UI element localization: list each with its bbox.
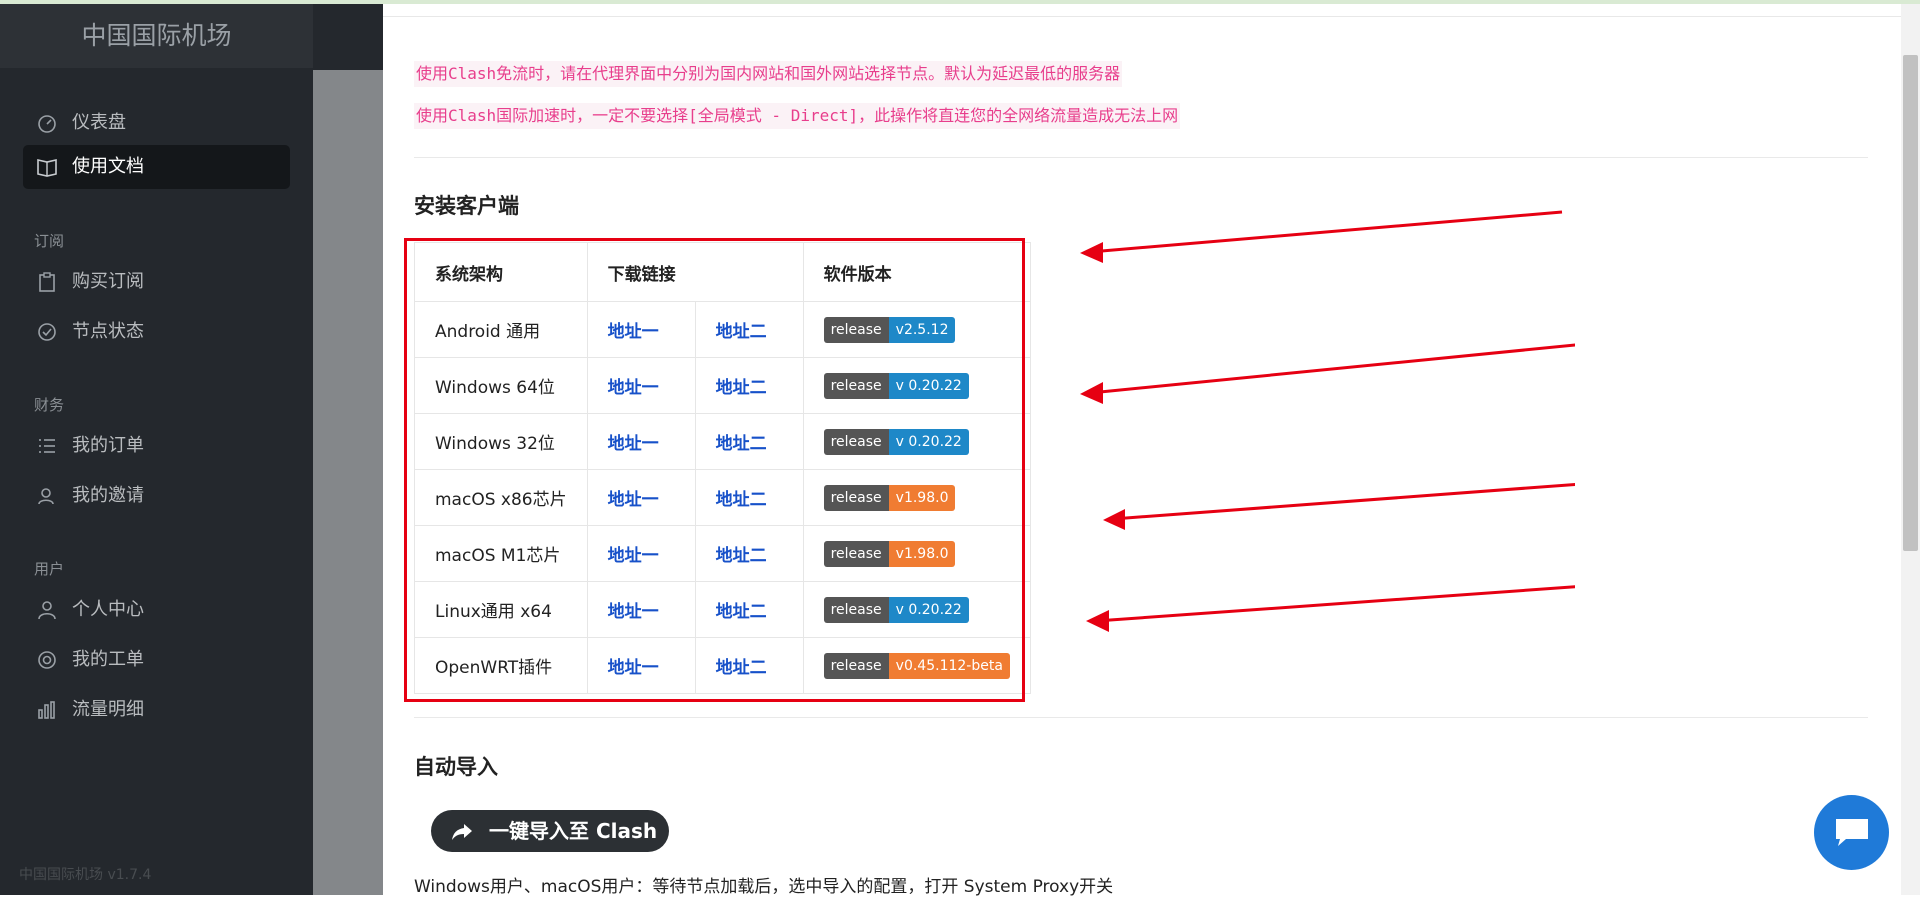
sidebar-item-my-orders[interactable]: 我的订单 xyxy=(23,424,290,468)
sidebar-item-label: 节点状态 xyxy=(72,321,144,342)
book-icon xyxy=(37,159,57,177)
clash-notice-2: 使用Clash国际加速时，一定不要选择[全局模式 - Direct]，此操作将直… xyxy=(414,103,1181,129)
sidebar-item-profile[interactable]: 个人中心 xyxy=(23,588,290,632)
list-icon xyxy=(39,439,55,453)
sidebar-item-label: 使用文档 xyxy=(72,156,144,177)
sidebar-item-label: 我的订单 xyxy=(72,435,144,456)
main-top-divider xyxy=(383,16,1901,17)
import-button-label: 一键导入至 Clash xyxy=(489,819,658,843)
sidebar-item-my-invites[interactable]: 我的邀请 xyxy=(23,474,290,518)
clipboard-icon xyxy=(39,272,55,292)
chat-support-button[interactable] xyxy=(1814,795,1889,870)
divider xyxy=(414,157,1868,158)
header-strip xyxy=(313,4,383,70)
import-to-clash-button[interactable]: 一键导入至 Clash xyxy=(431,810,669,852)
app-version: 中国国际机场 v1.7.4 xyxy=(19,867,152,883)
dashboard-icon xyxy=(38,115,56,133)
scrollbar-thumb[interactable] xyxy=(1903,55,1918,551)
sidebar-item-label: 我的工单 xyxy=(72,649,144,670)
sidebar-item-my-tickets[interactable]: 我的工单 xyxy=(23,638,290,682)
sidebar-item-label: 流量明细 xyxy=(72,699,144,720)
sidebar-item-buy-subscription[interactable]: 购买订阅 xyxy=(23,260,290,304)
brand-title: 中国国际机场 xyxy=(81,21,232,50)
chat-bubble-icon xyxy=(1836,819,1868,846)
brand-header[interactable]: 中国国际机场 xyxy=(0,4,313,68)
sidebar-item-label: 个人中心 xyxy=(72,599,144,620)
sidebar-item-docs[interactable]: 使用文档 xyxy=(23,145,290,189)
user-icon xyxy=(38,601,56,620)
share-arrow-icon xyxy=(452,824,472,840)
sidebar-item-label: 我的邀请 xyxy=(72,485,144,506)
sidebar-item-label: 仪表盘 xyxy=(72,112,126,133)
support-icon xyxy=(38,651,56,669)
auto-import-title: 自动导入 xyxy=(414,755,498,779)
sidebar-item-label: 购买订阅 xyxy=(72,271,144,292)
sidebar-heading-finance: 财务 xyxy=(34,396,65,414)
clash-notice-1: 使用Clash免流时，请在代理界面中分别为国内网站和国外网站选择节点。默认为延迟… xyxy=(414,61,1123,87)
install-client-title: 安装客户端 xyxy=(414,194,519,218)
import-instructions: Windows用户、macOS用户：等待节点加载后，选中导入的配置，打开 Sys… xyxy=(414,877,1114,897)
sidebar-item-node-status[interactable]: 节点状态 xyxy=(23,310,290,354)
annotation-highlight-box xyxy=(404,238,1025,702)
bar-chart-icon xyxy=(38,701,55,719)
sidebar-heading-user: 用户 xyxy=(34,560,65,578)
content-gutter xyxy=(313,70,383,895)
sidebar-item-traffic-details[interactable]: 流量明细 xyxy=(23,688,290,732)
check-circle-icon xyxy=(38,323,56,341)
divider xyxy=(414,717,1868,718)
sidebar-heading-subscription: 订阅 xyxy=(34,232,65,250)
users-icon xyxy=(38,488,54,505)
sidebar: 中国国际机场 仪表盘 使用文档 订阅 购买订阅 节点状态 财务 我的订单 我的邀… xyxy=(0,4,313,895)
annotation-arrows xyxy=(1080,210,1575,632)
sidebar-item-dashboard[interactable]: 仪表盘 xyxy=(23,101,290,145)
